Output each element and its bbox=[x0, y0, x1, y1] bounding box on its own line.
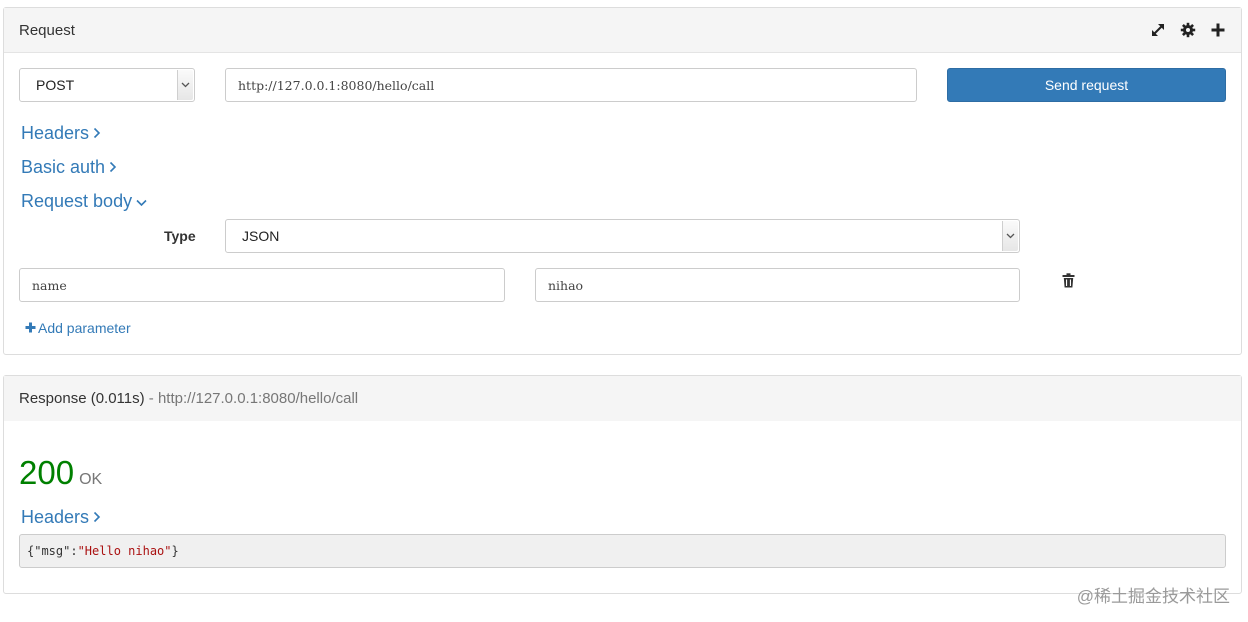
url-input[interactable]: http://127.0.0.1:8080/hello/call bbox=[225, 68, 917, 102]
response-body-close: } bbox=[171, 544, 179, 558]
chevron-right-icon bbox=[93, 123, 101, 144]
param-key-value: name bbox=[32, 277, 67, 293]
request-panel-heading: Request bbox=[4, 8, 1241, 53]
status-text: OK bbox=[79, 471, 103, 488]
param-key-input[interactable]: name bbox=[19, 268, 505, 302]
response-headers-label: Headers bbox=[21, 507, 90, 527]
add-parameter-label: Add parameter bbox=[38, 320, 131, 336]
type-label: Type bbox=[164, 228, 196, 244]
plus-icon bbox=[25, 320, 36, 336]
caret-down-icon bbox=[1002, 221, 1018, 251]
body-type-select[interactable]: JSON bbox=[225, 219, 1020, 253]
response-url: http://127.0.0.1:8080/hello/call bbox=[157, 390, 359, 407]
response-title: Response (0.011s) bbox=[19, 390, 145, 407]
response-body: {"msg": "Hello nihao"} bbox=[19, 534, 1226, 568]
headers-toggle[interactable]: Headers bbox=[21, 123, 101, 144]
basic-auth-label: Basic auth bbox=[21, 157, 106, 177]
request-title: Request bbox=[19, 21, 75, 39]
response-body-open: {"msg": bbox=[27, 544, 78, 558]
send-request-button[interactable]: Send request bbox=[947, 68, 1226, 102]
trash-icon[interactable] bbox=[1062, 273, 1075, 291]
caret-down-icon bbox=[177, 70, 193, 100]
response-separator: - bbox=[144, 390, 158, 407]
gear-icon[interactable] bbox=[1180, 22, 1196, 38]
chevron-right-icon bbox=[93, 507, 101, 528]
method-select[interactable]: POST bbox=[19, 68, 195, 102]
chevron-down-icon bbox=[136, 191, 147, 212]
headers-label: Headers bbox=[21, 123, 90, 143]
response-body-value: "Hello nihao" bbox=[77, 544, 172, 558]
status-code: 200 bbox=[19, 454, 75, 491]
param-value-input[interactable]: nihao bbox=[535, 268, 1020, 302]
response-panel: Response (0.011s) - http://127.0.0.1:808… bbox=[3, 375, 1242, 594]
watermark: @稀土掘金技术社区 bbox=[1076, 587, 1230, 606]
response-panel-heading: Response (0.011s) - http://127.0.0.1:808… bbox=[4, 376, 1241, 421]
request-body-label: Request body bbox=[21, 191, 133, 211]
param-value-value: nihao bbox=[548, 277, 584, 293]
request-body-toggle[interactable]: Request body bbox=[21, 191, 147, 212]
method-value: POST bbox=[36, 77, 75, 93]
body-type-value: JSON bbox=[242, 228, 280, 244]
url-value: http://127.0.0.1:8080/hello/call bbox=[238, 77, 435, 93]
send-request-label: Send request bbox=[1044, 77, 1129, 93]
expand-icon[interactable] bbox=[1150, 22, 1166, 38]
basic-auth-toggle[interactable]: Basic auth bbox=[21, 157, 117, 178]
response-headers-toggle[interactable]: Headers bbox=[21, 507, 101, 528]
status-line: 200 OK bbox=[19, 454, 102, 492]
plus-icon[interactable] bbox=[1210, 22, 1226, 38]
chevron-right-icon bbox=[109, 157, 117, 178]
request-panel: Request POST http://127.0.0.1:8080/hello… bbox=[3, 7, 1242, 355]
request-toolbar bbox=[1150, 22, 1226, 38]
add-parameter-link[interactable]: Add parameter bbox=[25, 320, 131, 336]
